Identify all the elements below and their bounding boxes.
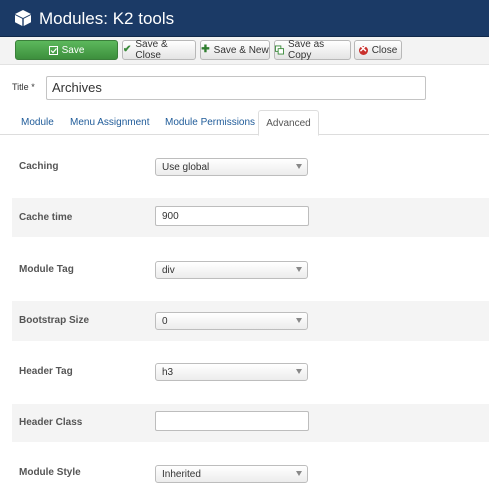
- save-new-button[interactable]: ✚ Save & New: [200, 40, 270, 60]
- dropdown-arrow-icon: [296, 164, 302, 169]
- dropdown-arrow-icon: [296, 318, 302, 323]
- cache-time-input[interactable]: 900: [155, 206, 309, 226]
- module-style-label: Module Style: [19, 467, 81, 478]
- cache-time-row: Cache time 900: [12, 198, 489, 237]
- copy-icon: [275, 45, 284, 55]
- save-label: Save: [61, 44, 85, 56]
- bootstrap-size-label: Bootstrap Size: [19, 315, 90, 326]
- header-class-input[interactable]: [155, 411, 309, 431]
- caching-select[interactable]: Use global: [155, 158, 308, 176]
- cache-time-label: Cache time: [19, 212, 73, 223]
- title-label: Title *: [12, 82, 35, 92]
- module-style-row: Module Style Inherited: [12, 455, 489, 495]
- bootstrap-size-value: 0: [162, 316, 168, 327]
- tab-module-permissions[interactable]: Module Permissions: [165, 117, 255, 128]
- module-style-select[interactable]: Inherited: [155, 465, 308, 483]
- cube-icon: [15, 10, 31, 26]
- close-icon: ✕: [358, 44, 368, 55]
- close-button[interactable]: ✕ Close: [354, 40, 402, 60]
- bootstrap-size-row: Bootstrap Size 0: [12, 301, 489, 341]
- toolbar: Save ✔ Save & Close ✚ Save & New Save as…: [0, 37, 489, 65]
- module-tag-select[interactable]: div: [155, 261, 308, 279]
- close-label: Close: [371, 44, 398, 56]
- save-close-button[interactable]: ✔ Save & Close: [122, 39, 196, 61]
- caching-label: Caching: [19, 161, 59, 172]
- header-tag-value: h3: [162, 367, 174, 378]
- header-tag-row: Header Tag h3: [12, 353, 489, 393]
- module-style-value: Inherited: [162, 469, 201, 480]
- plus-icon: ✚: [201, 44, 210, 55]
- title-label-text: Title: [12, 82, 29, 92]
- dropdown-arrow-icon: [296, 267, 302, 272]
- header-class-row: Header Class: [12, 404, 489, 442]
- page-header: Modules: K2 tools: [0, 0, 489, 37]
- save-new-label: Save & New: [213, 44, 269, 56]
- module-tag-label: Module Tag: [19, 264, 74, 275]
- title-input[interactable]: Archives: [46, 76, 426, 100]
- dropdown-arrow-icon: [296, 471, 302, 476]
- module-tag-row: Module Tag div: [12, 250, 489, 290]
- save-button[interactable]: Save: [15, 40, 118, 60]
- caching-value: Use global: [162, 162, 210, 173]
- save-copy-button[interactable]: Save as Copy: [274, 39, 351, 61]
- tab-bar: Module Menu Assignment Module Permission…: [0, 110, 489, 136]
- dropdown-arrow-icon: [296, 369, 302, 374]
- save-close-label: Save & Close: [135, 39, 168, 61]
- check-icon: ✔: [123, 44, 132, 55]
- save-copy-label: Save as Copy: [288, 39, 325, 61]
- tab-advanced[interactable]: Advanced: [258, 110, 319, 136]
- header-tag-select[interactable]: h3: [155, 363, 308, 381]
- save-icon: [48, 45, 58, 55]
- tab-module[interactable]: Module: [21, 117, 54, 128]
- tab-menu-assignment[interactable]: Menu Assignment: [70, 117, 150, 128]
- required-mark: *: [31, 82, 35, 92]
- module-tag-value: div: [162, 265, 175, 276]
- caching-row: Caching Use global: [12, 148, 489, 188]
- header-class-label: Header Class: [19, 417, 83, 428]
- header-tag-label: Header Tag: [19, 366, 73, 377]
- bootstrap-size-select[interactable]: 0: [155, 312, 308, 330]
- page-title: Modules: K2 tools: [39, 9, 175, 28]
